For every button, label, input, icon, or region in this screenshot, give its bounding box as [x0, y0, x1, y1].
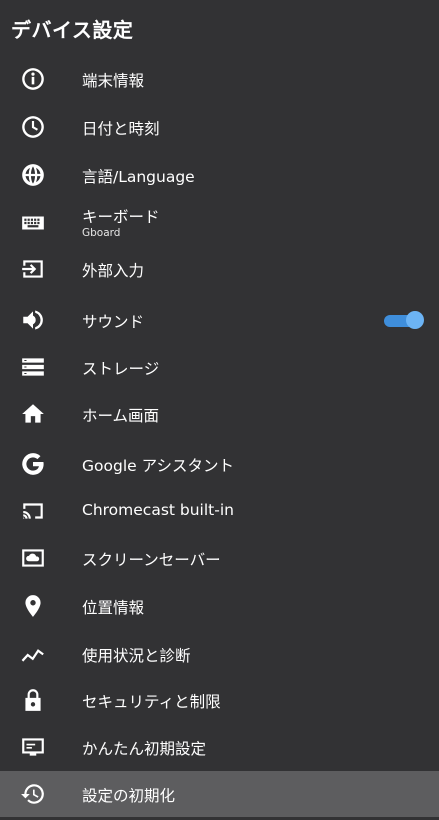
menu-item-label: 言語/Language [82, 168, 195, 186]
menu-item-label: 日付と時刻 [82, 120, 160, 138]
info-icon [18, 64, 48, 94]
menu-item-easy-setup[interactable]: かんたん初期設定 [0, 724, 439, 770]
menu-item-label: 使用状況と診断 [82, 647, 191, 665]
menu-item-location[interactable]: 位置情報 [0, 583, 439, 629]
keyboard-icon [18, 208, 48, 238]
menu-item-label: 位置情報 [82, 599, 145, 617]
screensaver-icon [18, 543, 48, 573]
menu-item-chromecast[interactable]: Chromecast built-in [0, 488, 439, 534]
lock-icon [18, 685, 48, 715]
menu-item-label: ホーム画面 [82, 407, 160, 425]
menu-item-language[interactable]: 言語/Language [0, 152, 439, 198]
menu-item-storage[interactable]: ストレージ [0, 344, 439, 390]
menu-item-label: かんたん初期設定 [82, 740, 207, 758]
menu-item-usage-diagnostics[interactable]: 使用状況と診断 [0, 631, 439, 677]
menu-item-external-input[interactable]: 外部入力 [0, 246, 439, 292]
device-settings-panel: デバイス設定 端末情報 日付と時刻 言語/Language キーボード Gboa… [0, 0, 439, 820]
globe-icon [18, 160, 48, 190]
clock-icon [18, 112, 48, 142]
menu-item-label: 端末情報 [82, 72, 145, 90]
restore-icon [18, 779, 48, 809]
menu-item-label: キーボード [82, 208, 160, 226]
menu-item-sound[interactable]: サウンド [0, 297, 439, 343]
menu-item-keyboard[interactable]: キーボード Gboard [0, 200, 439, 246]
menu-item-label: Google アシスタント [82, 457, 234, 475]
menu-item-sublabel: Gboard [82, 227, 121, 239]
menu-item-label: セキュリティと制限 [82, 693, 221, 711]
page-title: デバイス設定 [11, 18, 134, 42]
menu-item-label: Chromecast built-in [82, 501, 234, 519]
menu-item-label: サウンド [82, 313, 145, 331]
analytics-icon [18, 639, 48, 669]
cast-icon [18, 496, 48, 526]
speaker-icon [18, 305, 48, 335]
storage-icon [18, 352, 48, 382]
menu-item-home-screen[interactable]: ホーム画面 [0, 391, 439, 437]
menu-item-label: スクリーンセーバー [82, 551, 221, 569]
menu-item-security[interactable]: セキュリティと制限 [0, 677, 439, 723]
sound-toggle[interactable] [384, 311, 424, 329]
menu-item-label: 外部入力 [82, 262, 145, 280]
menu-item-label: 設定の初期化 [82, 787, 176, 805]
menu-item-date-time[interactable]: 日付と時刻 [0, 104, 439, 150]
input-icon [18, 254, 48, 284]
google-icon [18, 449, 48, 479]
toggle-knob [406, 311, 424, 329]
location-pin-icon [18, 591, 48, 621]
menu-item-label: ストレージ [82, 360, 160, 378]
tv-setup-icon [18, 732, 48, 762]
menu-item-screensaver[interactable]: スクリーンセーバー [0, 535, 439, 581]
menu-item-device-info[interactable]: 端末情報 [0, 56, 439, 102]
menu-item-google-assistant[interactable]: Google アシスタント [0, 441, 439, 487]
menu-item-factory-reset[interactable]: 設定の初期化 [0, 771, 439, 817]
home-icon [18, 399, 48, 429]
